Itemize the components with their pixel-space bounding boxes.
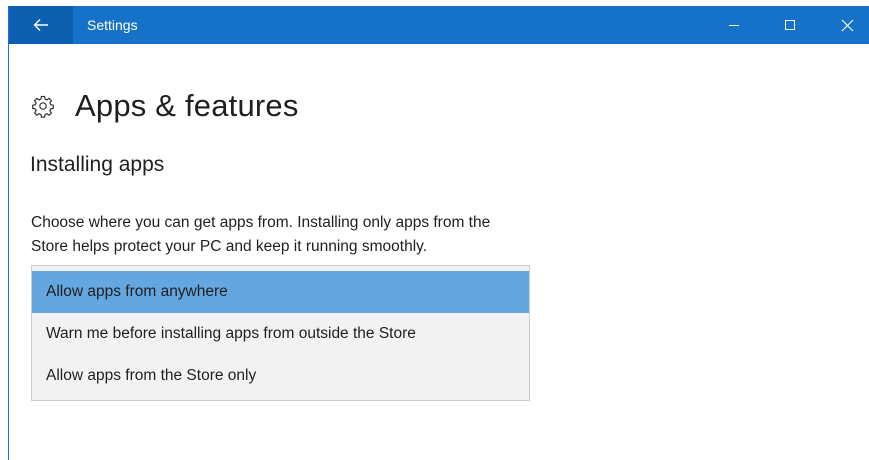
page-title: Apps & features [75,88,299,123]
option-store-only[interactable]: Allow apps from the Store only [32,355,529,397]
option-warn-before-installing[interactable]: Warn me before installing apps from outs… [32,313,529,355]
option-allow-anywhere[interactable]: Allow apps from anywhere [32,271,529,313]
maximize-button[interactable] [767,6,813,44]
maximize-icon [785,20,795,30]
back-arrow-icon [33,19,48,31]
install-source-dropdown-list[interactable]: Allow apps from anywhere Warn me before … [31,265,530,401]
page-header: Apps & features [31,86,299,126]
gear-icon [32,95,54,118]
section-description: Choose where you can get apps from. Inst… [31,211,631,259]
description-line: Choose where you can get apps from. Inst… [31,214,491,231]
back-button[interactable] [9,6,73,44]
section-heading: Installing apps [30,153,165,176]
minimize-button[interactable] [711,6,757,44]
minimize-icon [729,25,739,26]
description-line: Store helps protect your PC and keep it … [31,238,428,255]
settings-window: Settings Apps & features Installing apps [8,6,869,460]
title-bar[interactable]: Settings [9,6,869,44]
close-button[interactable] [824,6,869,44]
close-icon [841,19,853,31]
window-title: Settings [87,17,138,33]
